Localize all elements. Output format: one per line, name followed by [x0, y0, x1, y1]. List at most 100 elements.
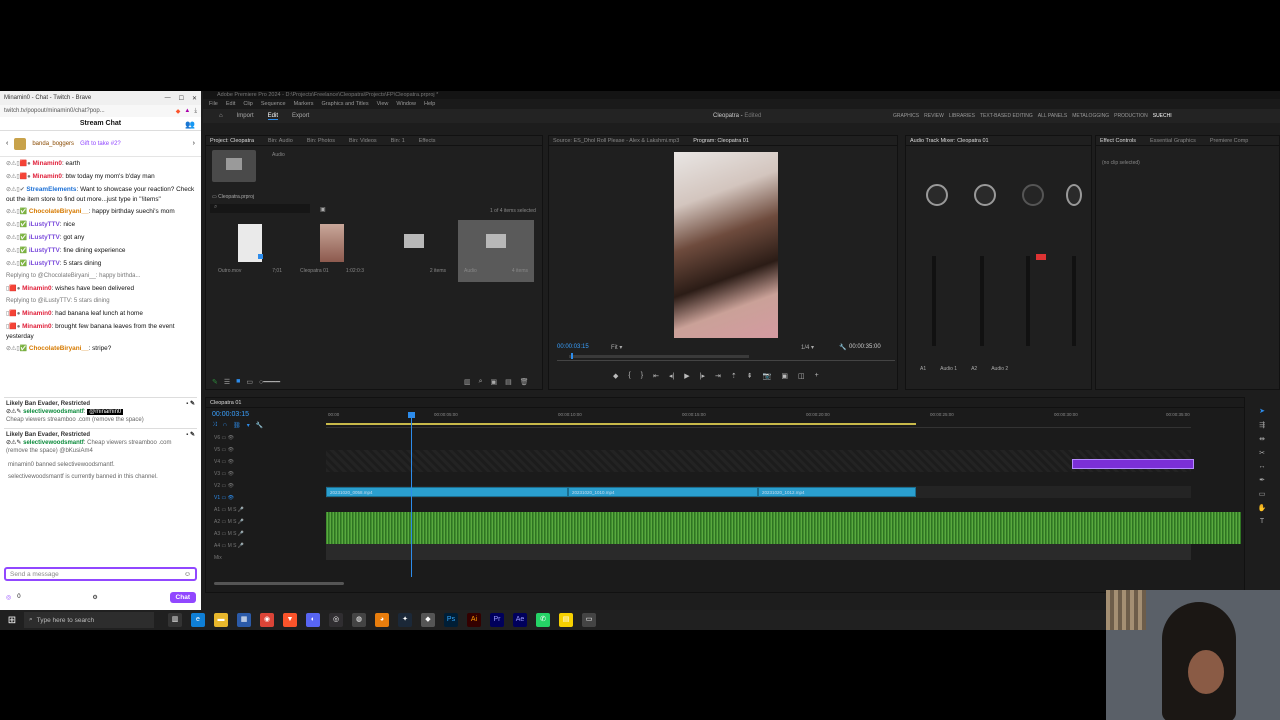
tab-bin[interactable]: Bin: Videos	[349, 138, 377, 144]
minimize-icon[interactable]: —	[165, 95, 171, 102]
workspace-item[interactable]: LIBRARIES	[949, 113, 975, 119]
video-clip[interactable]: 20231020_0058.mp4	[326, 487, 568, 497]
pan-knob[interactable]	[926, 184, 948, 206]
workspace-item[interactable]: METALOGGING	[1072, 113, 1109, 119]
pin-icon[interactable]: ▪ ✎	[186, 400, 195, 408]
media-icon[interactable]: ◆	[421, 613, 435, 627]
tab-sequence[interactable]: Cleopatra 01	[210, 400, 242, 406]
close-icon[interactable]: ✕	[192, 95, 197, 102]
channel-points-icon[interactable]: ◎	[6, 594, 11, 601]
linked-icon[interactable]: ⛓	[233, 422, 241, 429]
blender-icon[interactable]: ◕	[375, 613, 389, 627]
track-select-icon[interactable]: ⇶	[1259, 421, 1265, 429]
store-icon[interactable]: ▦	[237, 613, 251, 627]
timeline-scrollbar[interactable]	[214, 582, 344, 585]
tab-audio-mixer[interactable]: Audio Track Mixer: Cleopatra 01	[910, 138, 989, 144]
work-area-bar[interactable]	[326, 423, 916, 425]
track-header-mix[interactable]: Mix	[214, 552, 324, 564]
workspace-item[interactable]: GRAPHICS	[893, 113, 919, 119]
pinned-gift[interactable]: Gift to take #2?	[80, 141, 121, 147]
davinci-icon[interactable]: ◍	[352, 613, 366, 627]
type-tool-icon[interactable]: T	[1260, 518, 1264, 525]
tab-effects[interactable]: Effects	[419, 138, 436, 144]
menu-item[interactable]: Window	[396, 101, 416, 107]
marker-icon[interactable]: ◆	[613, 372, 618, 380]
tab-bin[interactable]: Bin: Photos	[307, 138, 335, 144]
track-lane[interactable]	[326, 450, 1191, 472]
chat-username[interactable]: iLustyTTV	[29, 260, 60, 267]
workspace-item[interactable]: PRODUCTION	[1114, 113, 1148, 119]
video-clip[interactable]: 20231020_1010.mp4	[568, 487, 758, 497]
terminal-icon[interactable]: ▭	[582, 613, 596, 627]
go-to-out-icon[interactable]: ⇥	[715, 372, 721, 380]
track-header-a4[interactable]: A4 ▭ M S 🎤	[214, 540, 324, 552]
workspace-item[interactable]: ALL PANELS	[1038, 113, 1067, 119]
illustrator-icon[interactable]: Ai	[467, 613, 481, 627]
adjustment-clip[interactable]	[1072, 459, 1194, 469]
project-item[interactable]: Outro.mov 7;01	[212, 220, 288, 282]
slip-icon[interactable]: ↔	[1259, 463, 1266, 470]
track-header-v3[interactable]: V3 ▭ 👁	[214, 468, 324, 480]
zoom-level[interactable]: Fit ▾	[611, 344, 622, 351]
nest-icon[interactable]: ⤨	[212, 422, 217, 429]
pin-icon[interactable]: ▪ ✎	[186, 431, 195, 439]
chat-username[interactable]: Minamin0	[32, 160, 61, 167]
track-header-a3[interactable]: A3 ▭ M S 🎤	[214, 528, 324, 540]
photoshop-icon[interactable]: Ps	[444, 613, 458, 627]
timeline-timecode[interactable]: 00:00:03:15	[212, 411, 249, 418]
pinned-gift-bar[interactable]: ‹ banda_boggers Gift to take #2? ›	[0, 131, 201, 157]
chat-username[interactable]: iLustyTTV	[29, 221, 60, 228]
tab-effect-controls[interactable]: Effect Controls	[1100, 138, 1136, 144]
tab-project[interactable]: Project: Cleopatra	[210, 138, 254, 144]
chat-username[interactable]: iLustyTTV	[29, 234, 60, 241]
home-icon[interactable]: ⌂	[219, 113, 223, 119]
download-icon[interactable]: ⤓	[194, 108, 197, 115]
track-header-v6[interactable]: V6 ▭ 👁	[214, 432, 324, 444]
track-header-v1[interactable]: V1 ▭ 👁	[214, 492, 324, 504]
track-header-a1[interactable]: A1 ▭ M S 🎤	[214, 504, 324, 516]
tab-bin[interactable]: Bin: Audio	[268, 138, 293, 144]
export-frame-icon[interactable]: 📷	[763, 372, 772, 380]
project-item[interactable]: 2 items	[376, 220, 452, 282]
premiere-icon[interactable]: Pr	[490, 613, 504, 627]
menu-item[interactable]: Clip	[243, 101, 252, 107]
maximize-icon[interactable]: ☐	[179, 95, 184, 102]
chat-username[interactable]: ChocolateBiryani__	[29, 345, 89, 352]
chat-username[interactable]: StreamElements	[26, 186, 76, 193]
tab-source[interactable]: Source: ES_Dhol Roll Please - Alex & Lak…	[553, 138, 679, 144]
menu-item[interactable]: Sequence	[261, 101, 286, 107]
track-header-a2[interactable]: A2 ▭ M S 🎤	[214, 516, 324, 528]
menu-item[interactable]: File	[209, 101, 218, 107]
marker-icon[interactable]: ▾	[247, 422, 250, 429]
reply-context[interactable]: Replying to @ChocolateBiryani__: happy b…	[6, 272, 195, 281]
new-item-icon[interactable]: ▤	[505, 378, 512, 386]
project-search[interactable]: ⌕	[210, 204, 310, 213]
mark-out-icon[interactable]: }	[641, 372, 643, 380]
steam-icon[interactable]: ✦	[398, 613, 412, 627]
lift-icon[interactable]: ⇡	[731, 372, 737, 380]
tab-export[interactable]: Export	[292, 113, 309, 119]
chat-username[interactable]: Minamin0	[22, 285, 51, 292]
workspace-item[interactable]: REVIEW	[924, 113, 944, 119]
go-to-in-icon[interactable]: ⇤	[653, 372, 659, 380]
pen-tool-icon[interactable]: ✒	[1259, 476, 1265, 484]
obs-icon[interactable]: ◎	[329, 613, 343, 627]
vr-icon[interactable]: ◫	[798, 372, 805, 380]
track-header-v2[interactable]: V2 ▭ 👁	[214, 480, 324, 492]
project-item-selected[interactable]: Audio 4 items	[458, 220, 534, 282]
search-icon[interactable]: ⌕	[479, 378, 483, 386]
new-bin-icon[interactable]: ▣	[320, 206, 326, 213]
project-item[interactable]: Cleopatra 01 1:02:0:3	[294, 220, 370, 282]
chat-username[interactable]: iLustyTTV	[29, 247, 60, 254]
menu-item[interactable]: View	[377, 101, 389, 107]
selection-tool-icon[interactable]: ➤	[1259, 407, 1265, 415]
rectangle-tool-icon[interactable]: ▭	[1259, 490, 1266, 498]
track-lane-a2[interactable]	[326, 544, 1191, 560]
playhead-handle[interactable]	[408, 412, 415, 418]
timeline-playhead[interactable]	[411, 412, 412, 577]
chat-username[interactable]: Minamin0	[32, 173, 61, 180]
workspace-item[interactable]: TEXT-BASED EDITING	[980, 113, 1033, 119]
add-button-icon[interactable]: +	[815, 372, 819, 380]
tab-bin[interactable]: Bin: 1	[391, 138, 405, 144]
track-header-v5[interactable]: V5 ▭ 👁	[214, 444, 324, 456]
